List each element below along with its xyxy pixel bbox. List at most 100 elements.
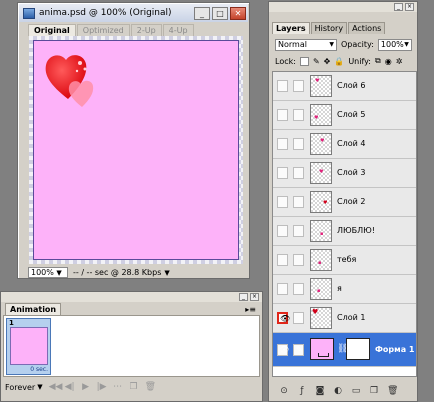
layer-row[interactable]: ♥ Слой 5 <box>273 101 416 130</box>
tab-actions[interactable]: Actions <box>348 22 386 34</box>
tab-2-up[interactable]: 2-Up <box>130 24 162 36</box>
panel-minimize-icon[interactable]: _ <box>394 3 403 11</box>
animation-panel: _ × Animation ▸≡ 1 0 sec. Forever ▼ ◀◀ ◀… <box>0 291 263 402</box>
document-status-bar: 100% ▼ -- / -- sec @ 28.8 Kbps ▼ <box>28 267 242 278</box>
layer-style-icon[interactable]: ƒ <box>297 386 307 396</box>
chevron-down-icon[interactable]: ▼ <box>164 269 169 277</box>
close-button[interactable]: ✕ <box>230 7 246 20</box>
layer-name[interactable]: я <box>337 284 342 293</box>
visibility-toggle[interactable] <box>277 283 288 295</box>
loop-select[interactable]: Forever ▼ <box>3 383 43 392</box>
delete-frame-icon[interactable]: 🗑 <box>145 382 156 392</box>
layer-row-selected[interactable]: 👁 ✎ ⛓ Форма 1 <box>273 333 416 367</box>
fill-layer-thumbnail[interactable] <box>310 338 334 360</box>
layer-name[interactable]: ЛЮБЛЮ! <box>337 226 375 235</box>
layer-row[interactable]: ▪ тебя <box>273 246 416 275</box>
unify-visibility-icon[interactable]: ◉ <box>385 57 392 66</box>
layer-name[interactable]: Форма 1 <box>375 345 414 354</box>
image-canvas[interactable] <box>33 40 239 260</box>
animation-frame[interactable]: 1 0 sec. <box>6 318 51 375</box>
heart-icon: ♥ <box>315 78 320 84</box>
next-frame-button[interactable]: |▶ <box>97 382 107 392</box>
link-toggle[interactable] <box>293 167 304 179</box>
layer-name[interactable]: Слой 2 <box>337 197 365 206</box>
add-mask-icon[interactable]: ◙ <box>315 386 325 396</box>
prev-frame-button[interactable]: ◀| <box>65 382 75 392</box>
link-toggle[interactable] <box>293 225 304 237</box>
layer-name[interactable]: Слой 6 <box>337 81 365 90</box>
panel-titlebar[interactable]: _ × <box>1 292 262 302</box>
visibility-toggle[interactable]: 👁 <box>277 344 289 356</box>
adjustment-layer-icon[interactable]: ◐ <box>333 386 343 396</box>
layer-row[interactable]: ♥ Слой 2 <box>273 188 416 217</box>
panel-close-icon[interactable]: × <box>405 3 414 11</box>
tween-icon[interactable]: ⋯ <box>113 382 123 392</box>
document-titlebar[interactable]: anima.psd @ 100% (Original) _ □ ✕ <box>19 4 248 22</box>
link-toggle[interactable] <box>293 283 304 295</box>
tab-4-up[interactable]: 4-Up <box>162 24 194 36</box>
panel-titlebar[interactable]: _ × <box>269 2 417 12</box>
layer-name[interactable]: Слой 3 <box>337 168 365 177</box>
new-group-icon[interactable]: ▭ <box>351 386 361 396</box>
link-toggle[interactable] <box>293 312 304 324</box>
layer-name[interactable]: Слой 5 <box>337 110 365 119</box>
maximize-button[interactable]: □ <box>212 7 228 20</box>
first-frame-button[interactable]: ◀◀ <box>49 382 63 392</box>
link-toggle[interactable]: ✎ <box>293 344 304 356</box>
brush-lock-icon[interactable]: ✎ <box>313 57 320 66</box>
move-lock-icon[interactable]: ✥ <box>324 57 331 66</box>
layer-row[interactable]: 👁 ♥ Слой 1 <box>273 304 416 333</box>
unify-style-icon[interactable]: ✲ <box>396 57 403 66</box>
frames-area: 1 0 sec. <box>3 315 260 377</box>
lock-transparency-checkbox[interactable] <box>299 56 309 66</box>
visibility-toggle[interactable] <box>277 167 288 179</box>
tab-layers[interactable]: Layers <box>272 22 310 34</box>
link-toggle[interactable] <box>293 138 304 150</box>
visibility-toggle[interactable] <box>277 80 288 92</box>
download-time-status[interactable]: -- / -- sec @ 28.8 Kbps <box>71 268 161 277</box>
layer-mask-thumbnail[interactable] <box>346 338 370 360</box>
layer-row[interactable]: ♥ Слой 3 <box>273 159 416 188</box>
frame-delay[interactable]: 0 sec. <box>30 366 48 373</box>
unify-position-icon[interactable]: ⧉ <box>375 56 381 66</box>
tab-history[interactable]: History <box>310 22 348 34</box>
canvas-area[interactable] <box>29 36 243 264</box>
new-layer-icon[interactable]: ❐ <box>369 386 379 396</box>
play-button[interactable]: ▶ <box>81 382 91 392</box>
layer-row[interactable]: ♥ Слой 4 <box>273 130 416 159</box>
duplicate-frame-icon[interactable]: ❐ <box>129 382 139 392</box>
link-toggle[interactable] <box>293 80 304 92</box>
text-mark-icon: ▪ <box>318 260 322 266</box>
link-layers-icon[interactable]: ⊙ <box>279 386 289 396</box>
layer-thumbnail: ♥ <box>310 307 332 329</box>
link-toggle[interactable] <box>293 109 304 121</box>
panel-close-icon[interactable]: × <box>250 293 259 301</box>
chevron-down-icon: ▼ <box>329 40 334 48</box>
layer-name[interactable]: тебя <box>337 255 356 264</box>
blend-mode-select[interactable]: Normal ▼ <box>275 38 337 51</box>
visibility-toggle[interactable] <box>277 109 288 121</box>
zoom-field[interactable]: 100% ▼ <box>28 267 68 278</box>
panel-minimize-icon[interactable]: _ <box>239 293 248 301</box>
tab-animation[interactable]: Animation <box>5 303 62 315</box>
panel-menu-icon[interactable]: ▸≡ <box>245 305 256 314</box>
opacity-input[interactable]: 100% ▼ <box>377 38 412 51</box>
loop-value: Forever <box>5 382 36 392</box>
minimize-button[interactable]: _ <box>194 7 210 20</box>
layer-name[interactable]: Слой 1 <box>337 313 365 322</box>
delete-layer-icon[interactable]: 🗑 <box>387 386 398 396</box>
layer-row[interactable]: ▪ я <box>273 275 416 304</box>
link-toggle[interactable] <box>293 254 304 266</box>
visibility-toggle[interactable] <box>277 254 288 266</box>
visibility-toggle[interactable] <box>277 225 288 237</box>
layer-name[interactable]: Слой 4 <box>337 139 365 148</box>
lock-all-icon[interactable]: 🔒 <box>334 57 344 66</box>
visibility-toggle[interactable] <box>277 196 288 208</box>
tab-original[interactable]: Original <box>28 24 76 36</box>
visibility-toggle[interactable] <box>277 138 288 150</box>
tab-optimized[interactable]: Optimized <box>76 24 130 36</box>
visibility-toggle[interactable]: 👁 <box>277 312 290 324</box>
layer-row[interactable]: ▪ ЛЮБЛЮ! <box>273 217 416 246</box>
layer-row[interactable]: ♥ Слой 6 <box>273 72 416 101</box>
link-toggle[interactable] <box>293 196 304 208</box>
